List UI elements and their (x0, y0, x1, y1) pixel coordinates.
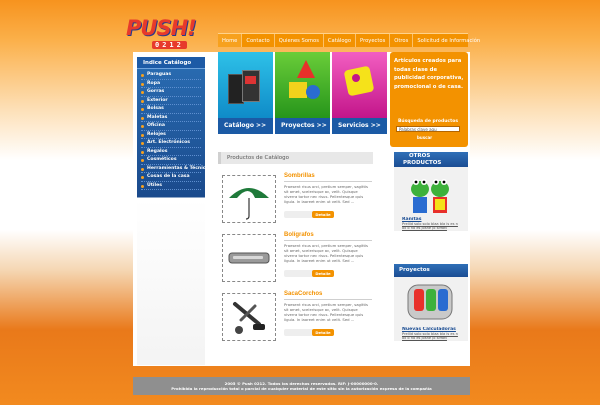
logo-subtext: 0212 (152, 41, 187, 49)
feature-proyectos-label: Proyectos >> (275, 118, 330, 134)
detail-button[interactable]: Detalle (312, 270, 334, 277)
sidebar-item-paraguas[interactable]: Paraguas (141, 71, 201, 80)
corkscrew-icon[interactable] (222, 293, 276, 341)
feature-servicios[interactable]: Servicios >> (332, 52, 387, 134)
feature-catalogo[interactable]: Catálogo >> (218, 52, 273, 134)
product-name[interactable]: SacaCorchos (284, 291, 322, 297)
product-detail-bar: Detalle (284, 270, 334, 277)
sidebar-list: Paraguas Ropa Gorras Exterior Bolsas Mal… (137, 69, 209, 192)
projects-shapes-illustration (275, 52, 330, 118)
search-button[interactable]: buscar (417, 135, 432, 140)
search-input[interactable] (396, 126, 460, 132)
sidebar-item-oficina[interactable]: Oficina (141, 122, 201, 131)
feature-catalogo-label: Catálogo >> (218, 118, 273, 134)
footer: 2005 © Push 0212. Todos los derechos res… (133, 377, 470, 395)
product-item: Sombrillas Praesent risus orci, pretium … (222, 173, 372, 228)
catalog-title: Productos de Catálogo (218, 152, 373, 164)
sidebar-item-utiles[interactable]: Útiles (141, 182, 201, 190)
sidebar-item-electronicos[interactable]: Art. Electrónicos (141, 139, 201, 148)
services-puzzle-illustration (332, 52, 387, 118)
pen-case-icon[interactable] (222, 234, 276, 282)
feature-servicios-label: Servicios >> (332, 118, 387, 134)
calculators-image[interactable] (394, 277, 468, 327)
nav-otros[interactable]: Otros (390, 34, 414, 47)
product-name[interactable]: Sombrillas (284, 173, 315, 179)
frogs-image[interactable] (394, 167, 468, 217)
sidebar-item-exterior[interactable]: Exterior (141, 97, 201, 105)
otros-title-line2: PRODUCTOS (403, 159, 442, 166)
proyectos-box: Proyectos Nuevas Calculadoras Prellid so… (394, 264, 468, 341)
divider (284, 240, 372, 241)
otros-productos-header: OTROS PRODUCTOS (394, 152, 468, 167)
detail-button[interactable]: Detalle (312, 211, 334, 218)
sidebar-item-maletas[interactable]: Maletas (141, 114, 201, 122)
sidebar-item-cosmeticos[interactable]: Cosméticos (141, 156, 201, 165)
product-detail-bar: Detalle (284, 211, 334, 218)
product-item: Bolígrafos Praesent risus orci, pretium … (222, 232, 372, 287)
nav-contacto[interactable]: Contacto (242, 34, 275, 47)
search-label: Búsqueda de productos (398, 119, 458, 124)
catalog-books-illustration (218, 52, 273, 118)
product-detail-bar: Detalle (284, 329, 334, 336)
umbrella-icon[interactable] (222, 175, 276, 223)
proyectos-header: Proyectos (394, 264, 468, 277)
nav-solicitud-informacion[interactable]: Solicitud de Información (413, 34, 484, 47)
sidebar: Indice Catálogo Paraguas Ropa Gorras Ext… (137, 57, 209, 365)
top-nav: Home Contacto Quienes Somos Catálogo Pro… (218, 33, 480, 47)
proyectos-caption: Nuevas Calculadoras Prellid solo solo bl… (394, 327, 468, 341)
promo-box: Artículos creados para todas clase de pu… (390, 52, 468, 147)
product-description: Praesent risus orci, pretium semper, sag… (284, 184, 368, 204)
nav-proyectos[interactable]: Proyectos (356, 34, 391, 47)
sidebar-item-ropa[interactable]: Ropa (141, 80, 201, 88)
product-name[interactable]: Bolígrafos (284, 232, 314, 238)
logo-wordmark: PUSH! (126, 16, 197, 40)
feature-proyectos[interactable]: Proyectos >> (275, 52, 330, 134)
logo[interactable]: PUSH! 0212 (126, 16, 216, 50)
nav-catalogo[interactable]: Catálogo (324, 34, 357, 47)
nav-home[interactable]: Home (218, 34, 243, 47)
product-description: Praesent risus orci, pretium semper, sag… (284, 302, 368, 322)
detail-button[interactable]: Detalle (312, 329, 334, 336)
promo-text: Artículos creados para todas clase de pu… (394, 58, 464, 90)
divider (284, 181, 372, 182)
sidebar-item-relojes[interactable]: Relojes (141, 131, 201, 139)
sidebar-item-bolsas[interactable]: Bolsas (141, 105, 201, 114)
otros-productos-box: OTROS PRODUCTOS Ranitas Prellid solo sol… (394, 152, 468, 231)
otros-item-description[interactable]: Prellid solo solo blaa bla is es n ox o … (402, 222, 460, 231)
sidebar-item-casa[interactable]: Cosas de la casa (141, 173, 201, 182)
otros-caption: Ranitas Prellid solo solo blaa bla is es… (394, 217, 468, 231)
sidebar-item-herramientas[interactable]: Herramientas & Técnica (141, 165, 209, 173)
divider (284, 299, 372, 300)
footer-legal: Prohibida la reproducción total o parcia… (171, 386, 432, 391)
sidebar-item-gorras[interactable]: Gorras (141, 88, 201, 97)
sidebar-title: Indice Catálogo (137, 57, 205, 69)
product-item: SacaCorchos Praesent risus orci, pretium… (222, 291, 372, 346)
proyectos-item-description[interactable]: Prellid solo solo blaa bla is es n ox o … (402, 332, 460, 341)
sidebar-item-regalos[interactable]: Regalos (141, 148, 201, 156)
nav-quienes-somos[interactable]: Quienes Somos (275, 34, 324, 47)
product-description: Praesent risus orci, pretium semper, sag… (284, 243, 368, 263)
